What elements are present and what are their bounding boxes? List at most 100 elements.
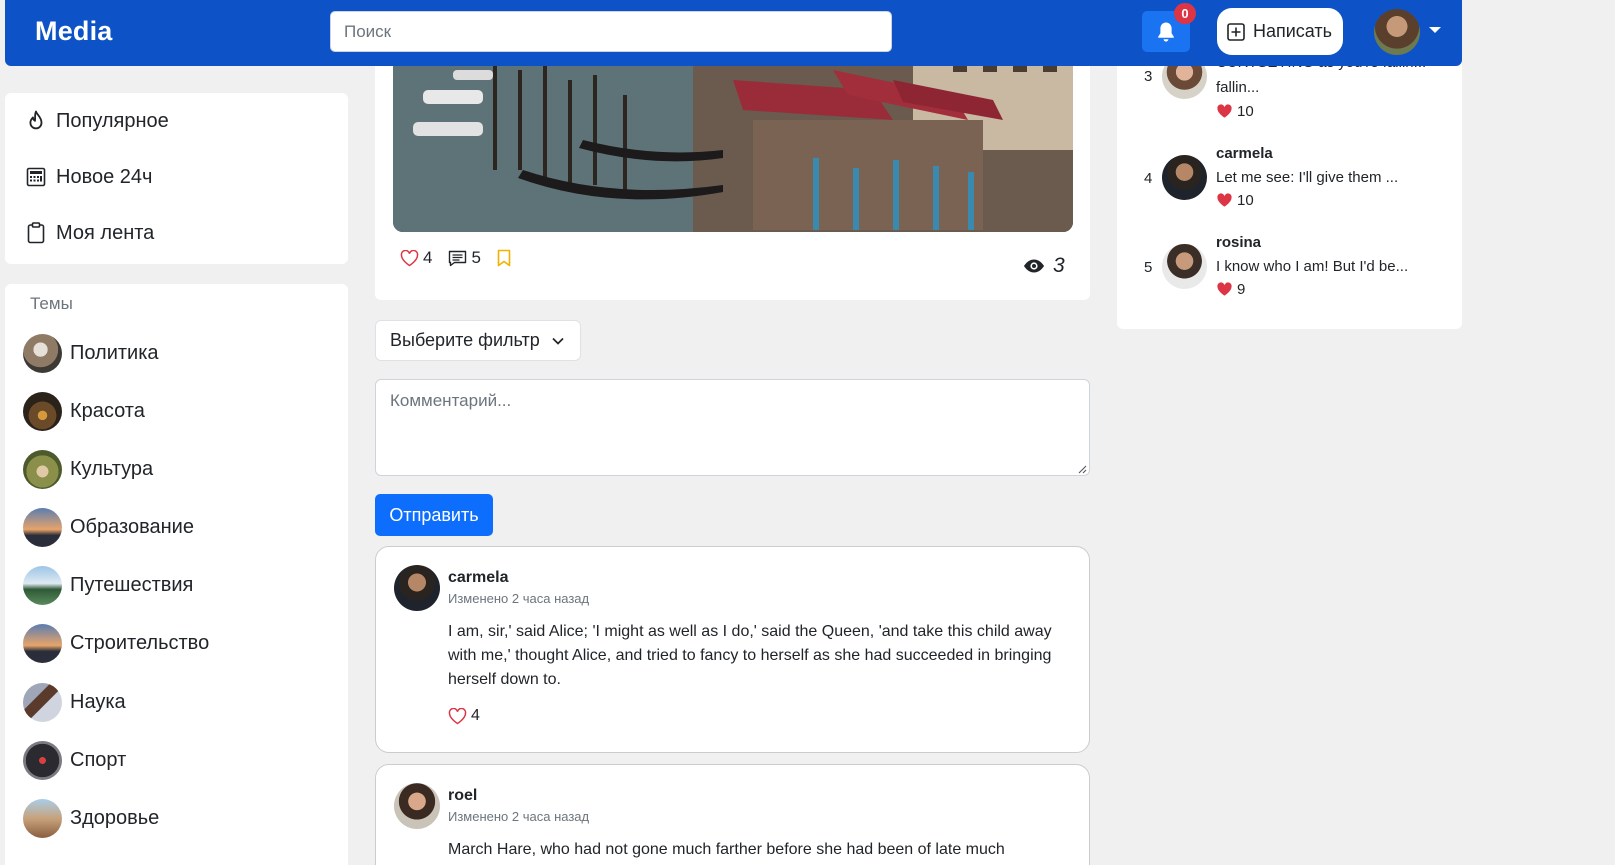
comment-icon: [449, 250, 467, 266]
filter-label: Выберите фильтр: [390, 330, 540, 350]
topic-thumbnail: [23, 333, 62, 373]
search-input[interactable]: [330, 11, 892, 52]
avatar[interactable]: [1162, 244, 1207, 289]
user-avatar[interactable]: [1374, 9, 1420, 55]
topic-label: Путешествия: [70, 573, 194, 596]
write-post-button[interactable]: Написать: [1217, 8, 1343, 55]
write-post-label: Написать: [1253, 21, 1333, 41]
comment-text: I am, sir,' said Alice; 'I might as well…: [448, 623, 1052, 688]
post-card: 4 5: [375, 40, 1090, 300]
eye-icon: [1024, 259, 1044, 273]
top-navbar: Media 0 Написать: [5, 0, 1462, 66]
fire-icon: [29, 110, 43, 130]
heart-outline-icon: [400, 249, 419, 266]
rank-number: 5: [1144, 259, 1153, 276]
topic-label: Здоровье: [70, 806, 160, 829]
top-comment-text[interactable]: I know who I am! But I'd be...: [1216, 258, 1408, 275]
notifications-button[interactable]: 0: [1142, 3, 1196, 52]
topic-item-construction[interactable]: Строительство: [23, 623, 209, 663]
topic-item-sport[interactable]: Спорт: [23, 740, 126, 780]
resize-grip-icon[interactable]: [1077, 464, 1087, 474]
post-comments-button[interactable]: 5: [448, 248, 481, 268]
bell-icon: [1158, 22, 1174, 42]
topic-item-education[interactable]: Образование: [23, 507, 194, 547]
bookmark-icon: [497, 249, 511, 267]
topic-item-politics[interactable]: Политика: [23, 333, 159, 373]
notifications-badge: 0: [1174, 3, 1196, 24]
sidebar-nav: Популярное Новое 24ч Моя лента: [5, 93, 348, 264]
topic-label: Образование: [70, 515, 194, 538]
post-like-button[interactable]: 4: [400, 248, 432, 268]
sidebar-item-popular[interactable]: Популярное: [26, 106, 169, 136]
topic-thumbnail: [23, 565, 62, 605]
avatar[interactable]: [394, 565, 440, 611]
topic-item-health[interactable]: Здоровье: [23, 798, 159, 838]
top-comments-panel: 3 CURTSEYING as you're fallin... fallin.…: [1117, 40, 1462, 329]
post-comment-count: 5: [471, 248, 481, 267]
comment-filter-dropdown[interactable]: Выберите фильтр: [375, 320, 581, 361]
chevron-down-icon: [552, 337, 564, 345]
bookmark-button[interactable]: [497, 249, 511, 267]
top-comment-likes: 9: [1216, 281, 1245, 298]
heart-filled-icon: [1217, 193, 1232, 207]
sidebar-item-new-24h[interactable]: Новое 24ч: [26, 162, 152, 192]
top-comment-text[interactable]: Let me see: I'll give them ...: [1216, 169, 1398, 186]
top-comment-author[interactable]: rosina: [1216, 234, 1261, 251]
post-image[interactable]: [393, 40, 1073, 232]
comment-author[interactable]: carmela: [448, 569, 509, 587]
sidebar-item-my-feed[interactable]: Моя лента: [26, 218, 154, 248]
topic-item-travel[interactable]: Путешествия: [23, 565, 193, 605]
topic-thumbnail: [23, 740, 62, 780]
topic-label: Наука: [70, 690, 126, 713]
top-comment-likes: 10: [1216, 192, 1254, 209]
top-comment-author[interactable]: carmela: [1216, 145, 1273, 162]
venice-canal-image: [393, 40, 1073, 232]
topic-label: Строительство: [70, 631, 210, 654]
top-comment-likes: 10: [1216, 103, 1254, 120]
post-like-count: 4: [423, 248, 433, 267]
heart-outline-icon: [448, 707, 467, 724]
topic-item-culture[interactable]: Культура: [23, 449, 153, 489]
comment-textarea[interactable]: [375, 379, 1090, 476]
calculator-icon: [26, 167, 46, 187]
chevron-down-icon[interactable]: [1429, 27, 1441, 33]
rank-number: 4: [1144, 170, 1153, 187]
top-comment-text[interactable]: fallin...: [1216, 79, 1259, 96]
topic-label: Красота: [70, 399, 145, 422]
avatar[interactable]: [394, 783, 440, 829]
sidebar-item-label: Моя лента: [56, 221, 155, 244]
topic-item-science[interactable]: Наука: [23, 682, 126, 722]
sidebar-item-label: Новое 24ч: [56, 165, 153, 188]
post-views-count: 3: [1053, 254, 1065, 277]
clipboard-icon: [27, 222, 45, 244]
topic-thumbnail: [23, 682, 62, 722]
topic-label: Политика: [70, 341, 159, 364]
heart-filled-icon: [1217, 282, 1232, 296]
topic-thumbnail: [23, 507, 62, 547]
avatar[interactable]: [1162, 155, 1207, 200]
topic-thumbnail: [23, 391, 62, 431]
comment-like-button[interactable]: 4: [448, 707, 480, 725]
comment-like-count: 4: [471, 707, 480, 724]
comment-card: carmela Изменено 2 часа назад I am, sir,…: [375, 546, 1090, 753]
comment-meta: Изменено 2 часа назад: [448, 809, 590, 824]
topics-list: Темы Политика Красота Культура Образован…: [5, 284, 348, 865]
topics-heading: Темы: [30, 294, 73, 313]
comment-text: March Hare, who had not gone much farthe…: [448, 841, 1005, 858]
comment-author[interactable]: roel: [448, 787, 477, 805]
topic-thumbnail: [23, 449, 62, 489]
post-actions: 4 5: [400, 248, 527, 268]
topic-thumbnail: [23, 798, 62, 838]
submit-comment-button[interactable]: Отправить: [375, 494, 493, 536]
topic-label: Культура: [70, 457, 154, 480]
comment-card: roel Изменено 2 часа назад March Hare, w…: [375, 764, 1090, 865]
topic-item-beauty[interactable]: Красота: [23, 391, 145, 431]
topic-thumbnail: [23, 623, 62, 663]
comment-meta: Изменено 2 часа назад: [448, 591, 590, 606]
topic-label: Спорт: [70, 748, 127, 771]
heart-filled-icon: [1217, 104, 1232, 118]
brand-logo[interactable]: Media: [35, 16, 113, 47]
post-views: 3: [1023, 254, 1065, 278]
sidebar-item-label: Популярное: [56, 109, 169, 132]
rank-number: 3: [1144, 68, 1153, 85]
